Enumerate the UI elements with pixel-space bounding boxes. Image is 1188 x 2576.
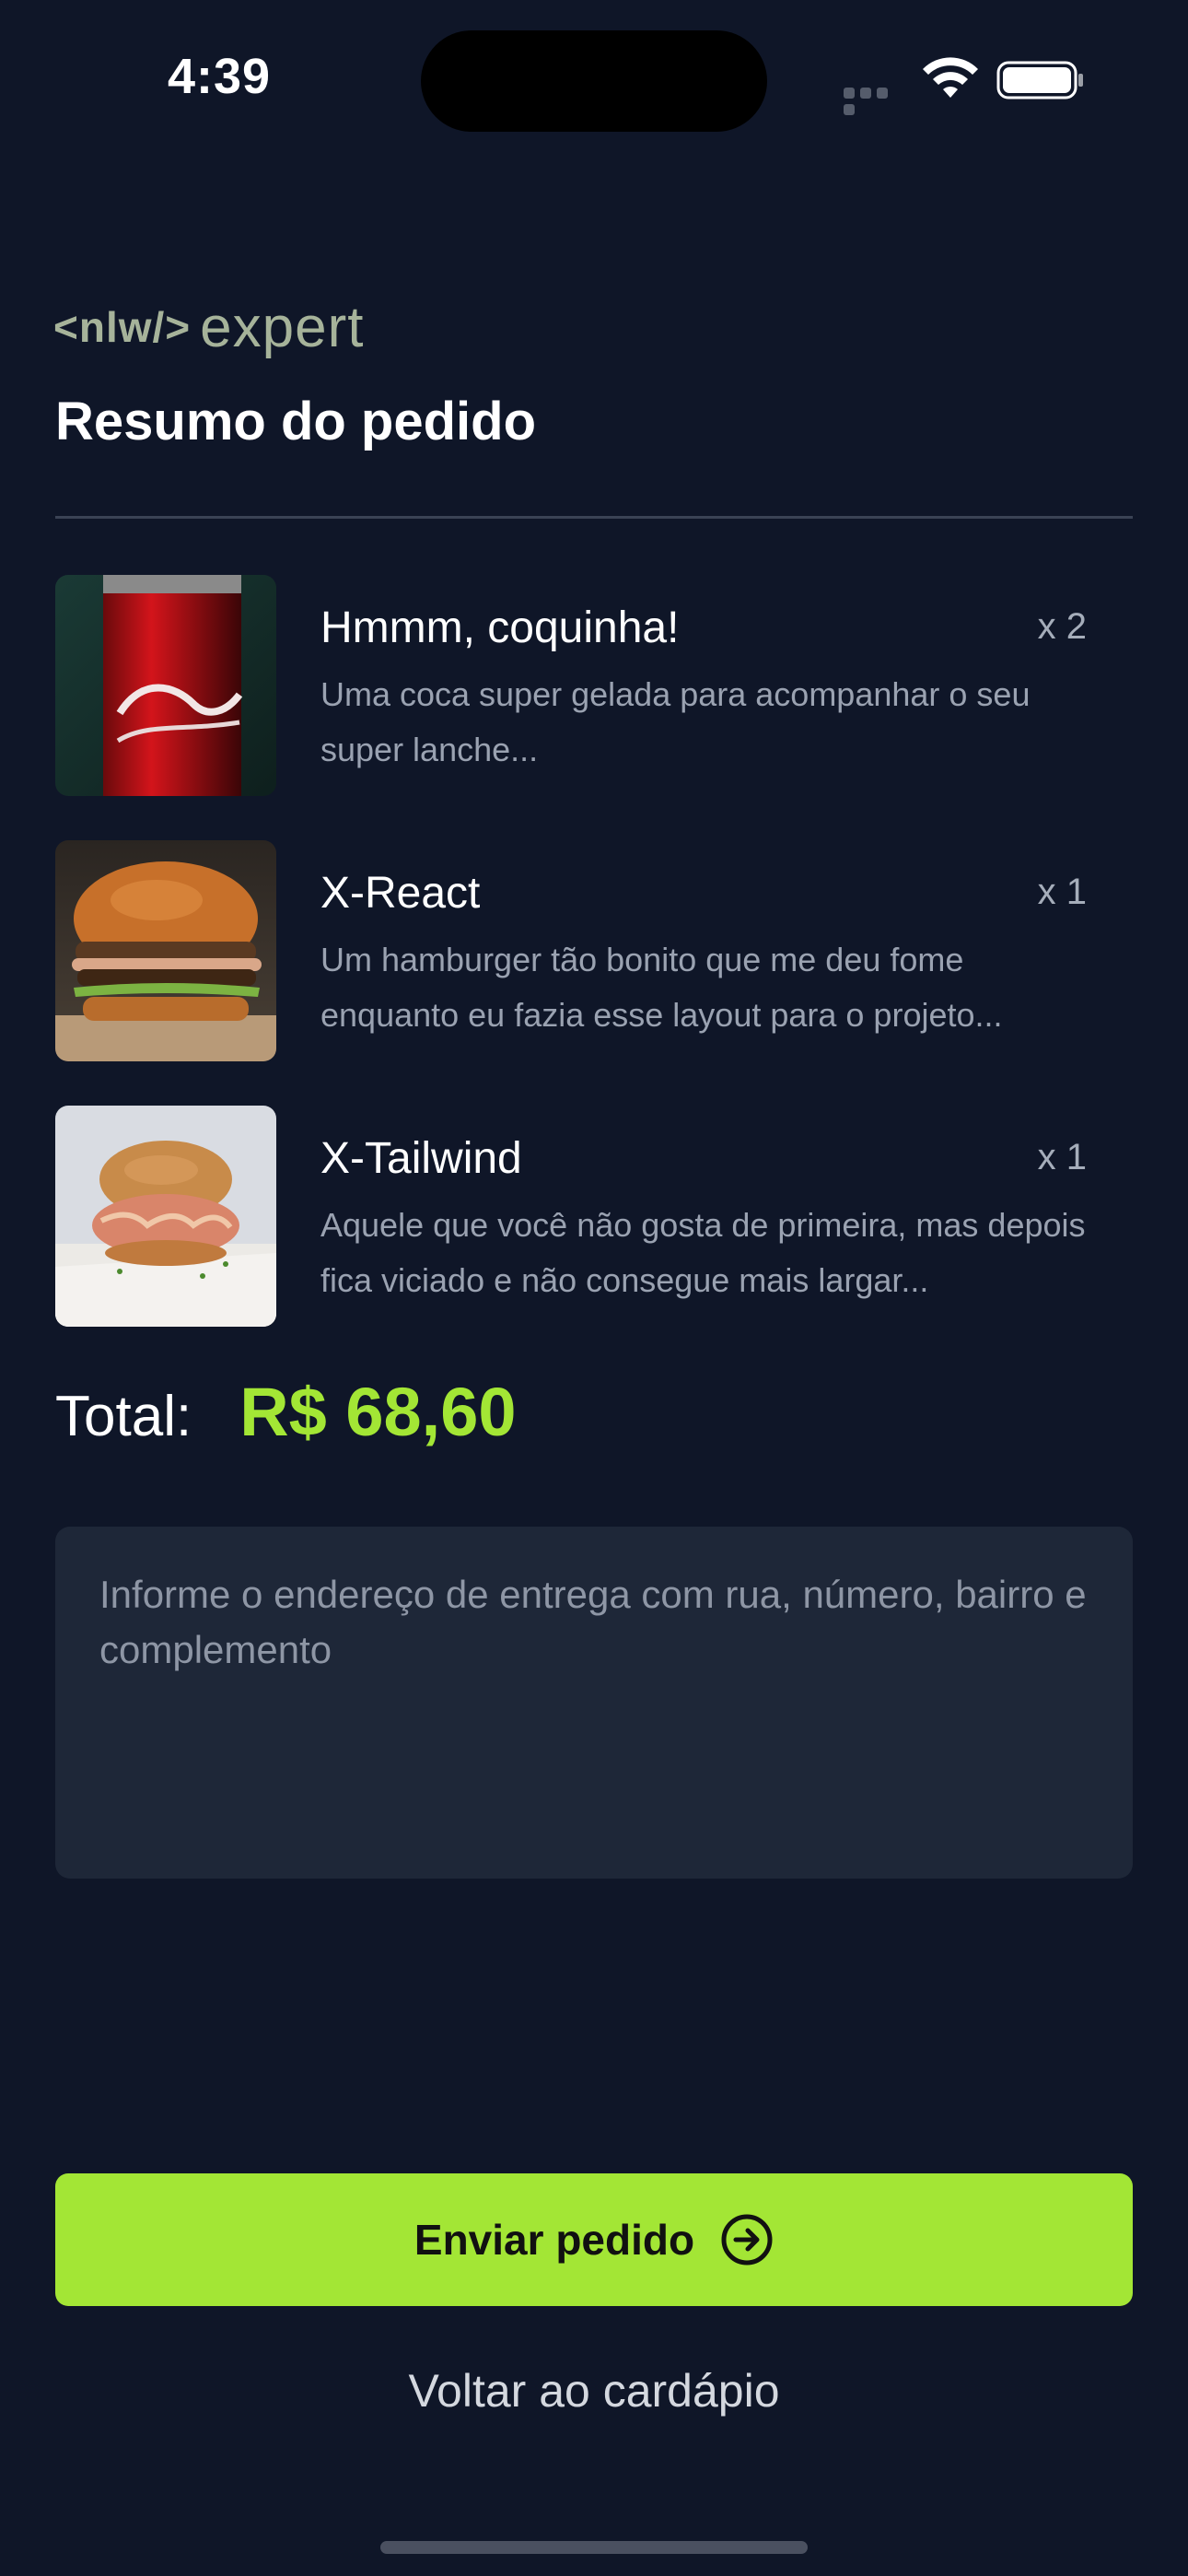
cellular-signal-icon <box>844 87 904 115</box>
wifi-icon <box>923 57 978 98</box>
nlw-expert-logo: <nlw/> expert <box>53 295 365 359</box>
cart-item[interactable]: X-React x 1 Um hamburger tão bonito que … <box>55 840 1087 1061</box>
cart-item[interactable]: Hmmm, coquinha! x 2 Uma coca super gelad… <box>55 575 1087 796</box>
send-order-label: Enviar pedido <box>413 2216 695 2264</box>
item-name: Hmmm, coquinha! <box>320 603 680 652</box>
battery-icon <box>996 61 1083 100</box>
dynamic-island <box>421 30 767 132</box>
item-description: Aquele que você não gosta de primeira, m… <box>320 1206 1086 1299</box>
logo-nlw-text: <nlw/> <box>53 303 192 351</box>
page-title: Resumo do pedido <box>55 392 536 451</box>
cart-item[interactable]: X-Tailwind x 1 Aquele que você não gosta… <box>55 1106 1087 1327</box>
address-input[interactable] <box>55 1527 1133 1879</box>
item-description: Uma coca super gelada para acompanhar o … <box>320 675 1031 768</box>
arrow-right-circle-icon <box>721 2214 773 2266</box>
status-bar: 4:39 <box>0 0 1188 157</box>
item-quantity: x 1 <box>1037 1137 1087 1177</box>
home-indicator[interactable] <box>380 2541 808 2554</box>
divider <box>55 516 1133 519</box>
item-name: X-React <box>320 869 481 918</box>
total-value: R$ 68,60 <box>239 1374 517 1450</box>
coca-cola-can-icon <box>55 575 276 796</box>
item-description: Um hamburger tão bonito que me deu fome … <box>320 941 1003 1034</box>
item-quantity: x 2 <box>1037 606 1087 647</box>
total-label: Total: <box>55 1385 192 1448</box>
pulled-pork-burger-icon <box>55 1106 276 1327</box>
status-time: 4:39 <box>168 49 272 104</box>
burger-icon <box>55 840 276 1061</box>
back-to-menu-link[interactable]: Voltar ao cardápio <box>0 2364 1188 2418</box>
item-name: X-Tailwind <box>320 1134 522 1183</box>
send-order-button[interactable]: Enviar pedido <box>55 2173 1133 2306</box>
total-row: Total: R$ 68,60 <box>55 1373 517 1451</box>
logo-expert-text: expert <box>200 295 365 359</box>
item-quantity: x 1 <box>1037 872 1087 912</box>
